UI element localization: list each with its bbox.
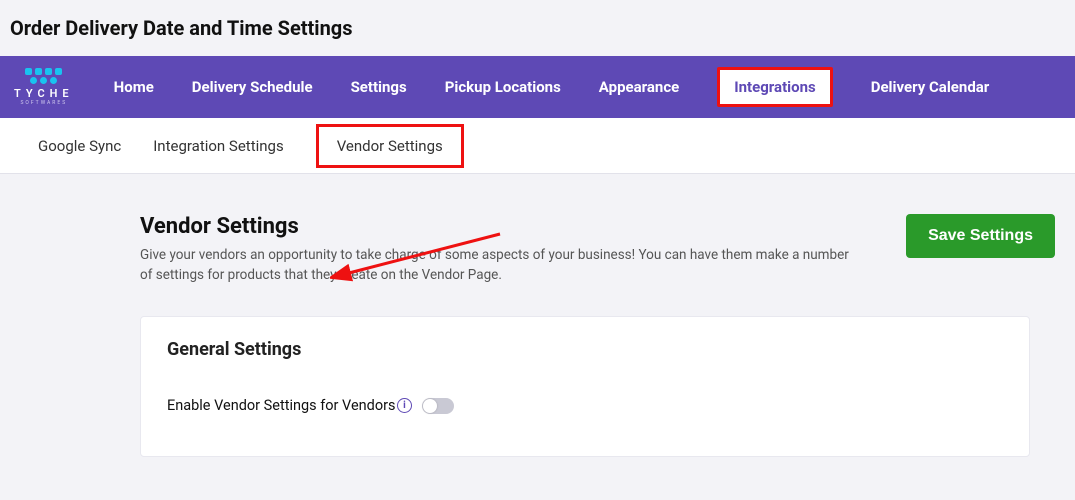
logo[interactable]: TYCHE SOFTWARES bbox=[14, 68, 74, 106]
subnav-google-sync[interactable]: Google Sync bbox=[38, 137, 121, 155]
info-icon[interactable]: i bbox=[397, 398, 412, 413]
nav-integrations[interactable]: Integrations bbox=[717, 67, 832, 107]
nav-settings[interactable]: Settings bbox=[351, 78, 407, 96]
logo-dots-icon bbox=[25, 68, 62, 75]
subnav-vendor-settings[interactable]: Vendor Settings bbox=[316, 124, 464, 168]
section-description: Give your vendors an opportunity to take… bbox=[140, 245, 860, 286]
nav-items: Home Delivery Schedule Settings Pickup L… bbox=[114, 67, 990, 107]
nav-appearance[interactable]: Appearance bbox=[599, 78, 679, 96]
setting-label: Enable Vendor Settings for Vendors bbox=[167, 396, 397, 416]
card-title: General Settings bbox=[167, 339, 1003, 360]
enable-vendor-toggle[interactable] bbox=[422, 398, 454, 414]
sub-nav: Google Sync Integration Settings Vendor … bbox=[0, 118, 1075, 174]
logo-dots-icon bbox=[30, 77, 57, 84]
save-settings-button[interactable]: Save Settings bbox=[906, 214, 1055, 258]
nav-delivery-calendar[interactable]: Delivery Calendar bbox=[871, 78, 990, 96]
logo-subtext: SOFTWARES bbox=[20, 100, 67, 106]
main-nav: TYCHE SOFTWARES Home Delivery Schedule S… bbox=[0, 56, 1075, 118]
logo-text: TYCHE bbox=[14, 87, 74, 100]
nav-home[interactable]: Home bbox=[114, 78, 154, 96]
subnav-integration-settings[interactable]: Integration Settings bbox=[153, 137, 283, 155]
nav-delivery-schedule[interactable]: Delivery Schedule bbox=[192, 78, 313, 96]
page-title: Order Delivery Date and Time Settings bbox=[0, 0, 1075, 56]
section-title: Vendor Settings bbox=[140, 214, 860, 239]
content-area: Vendor Settings Give your vendors an opp… bbox=[0, 174, 1075, 457]
nav-pickup-locations[interactable]: Pickup Locations bbox=[445, 78, 561, 96]
general-settings-card: General Settings Enable Vendor Settings … bbox=[140, 316, 1030, 457]
setting-row-enable-vendor: Enable Vendor Settings for Vendors i bbox=[167, 396, 1003, 416]
